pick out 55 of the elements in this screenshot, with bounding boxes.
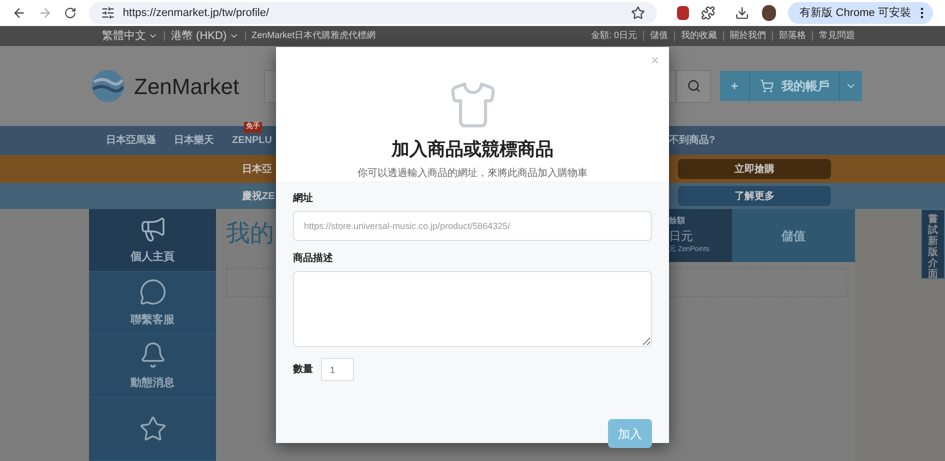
speech-bubble-icon <box>138 278 166 306</box>
side-tab-text: 嘗試新版介面 <box>928 214 938 278</box>
logo-text[interactable]: ZenMarket <box>134 70 264 102</box>
quantity-input[interactable]: 1 <box>321 358 354 381</box>
nav-link[interactable]: 不到商品? <box>669 133 716 148</box>
page-heading: 我的 <box>226 220 274 247</box>
logo-globe-icon <box>90 68 126 104</box>
top-bar-link[interactable]: 我的收藏 <box>681 29 717 43</box>
address-bar[interactable]: https://zenmarket.jp/tw/profile/ <box>88 2 657 24</box>
cart-icon <box>760 79 774 93</box>
quantity-label: 數量 <box>293 362 313 377</box>
site-info-icon[interactable] <box>100 6 115 20</box>
modal-title: 加入商品或競標商品 <box>392 138 554 161</box>
balance-amount: 日元 <box>669 228 694 246</box>
url-text: https://zenmarket.jp/tw/profile/ <box>122 6 270 21</box>
search-button[interactable] <box>676 70 711 102</box>
sidebar-label: 個人主頁 <box>130 250 174 265</box>
top-bar-link[interactable]: 金額: 0日元 <box>590 29 637 43</box>
extension-icon[interactable] <box>676 6 690 20</box>
sidebar-item[interactable]: 動態消息 <box>89 335 216 398</box>
nav-link[interactable]: 日本亞馬遜 <box>106 135 156 146</box>
extensions-icon[interactable] <box>701 5 716 21</box>
field-label: 商品描述 <box>293 251 334 266</box>
topup-button[interactable]: 儲值 <box>732 209 855 262</box>
bookmark-star-icon[interactable] <box>630 6 645 20</box>
top-bar-link[interactable]: 儲值 <box>650 29 668 43</box>
top-bar-link[interactable]: ZenMarket日本代購雅虎代標網 <box>252 29 376 43</box>
sidebar-label: 聯繫客服 <box>130 312 174 328</box>
nav-link[interactable]: 日本樂天 <box>174 135 214 146</box>
promo-text: 日本亞 <box>242 164 272 174</box>
top-bar-link[interactable]: 部落格 <box>779 29 806 43</box>
sidebar-item[interactable]: 個人主頁 <box>89 209 216 272</box>
top-bar-link[interactable]: 港幣 (HKD) <box>171 28 239 44</box>
sidebar-item[interactable]: 聯繫客服 <box>89 272 216 335</box>
url-input[interactable]: https://store.universal-music.co.jp/product/5864325/ <box>293 211 652 241</box>
field-label: 網址 <box>293 192 314 206</box>
search-icon <box>686 79 700 93</box>
update-chrome-button[interactable]: 有新版 Chrome 可安裝 <box>788 2 933 24</box>
top-bar-link[interactable]: 關於我們 <box>730 29 766 43</box>
promo-button[interactable]: 立即搶購 <box>678 159 831 179</box>
modal-subtitle: 你可以透過輸入商品的網址，來將此商品加入購物車 <box>358 166 588 181</box>
top-bar-link[interactable]: 常見問題 <box>819 29 855 43</box>
side-tab[interactable]: 嘗試新版介面 <box>921 209 945 279</box>
promo-text: 慶祝ZE <box>242 190 275 202</box>
balance-caption: 餘額 <box>669 215 686 228</box>
sidebar-label: 動態消息 <box>130 376 174 391</box>
reload-icon[interactable] <box>64 6 77 20</box>
bell-icon <box>138 340 166 369</box>
top-bar-link[interactable]: 繁體中文 <box>102 28 158 44</box>
promo-button[interactable]: 了解更多 <box>678 186 831 206</box>
download-icon[interactable] <box>735 5 750 21</box>
star-icon <box>138 415 166 443</box>
megaphone-icon <box>138 214 166 243</box>
profile-avatar[interactable] <box>762 5 776 21</box>
nav-link[interactable]: ZENPLU <box>232 135 272 146</box>
